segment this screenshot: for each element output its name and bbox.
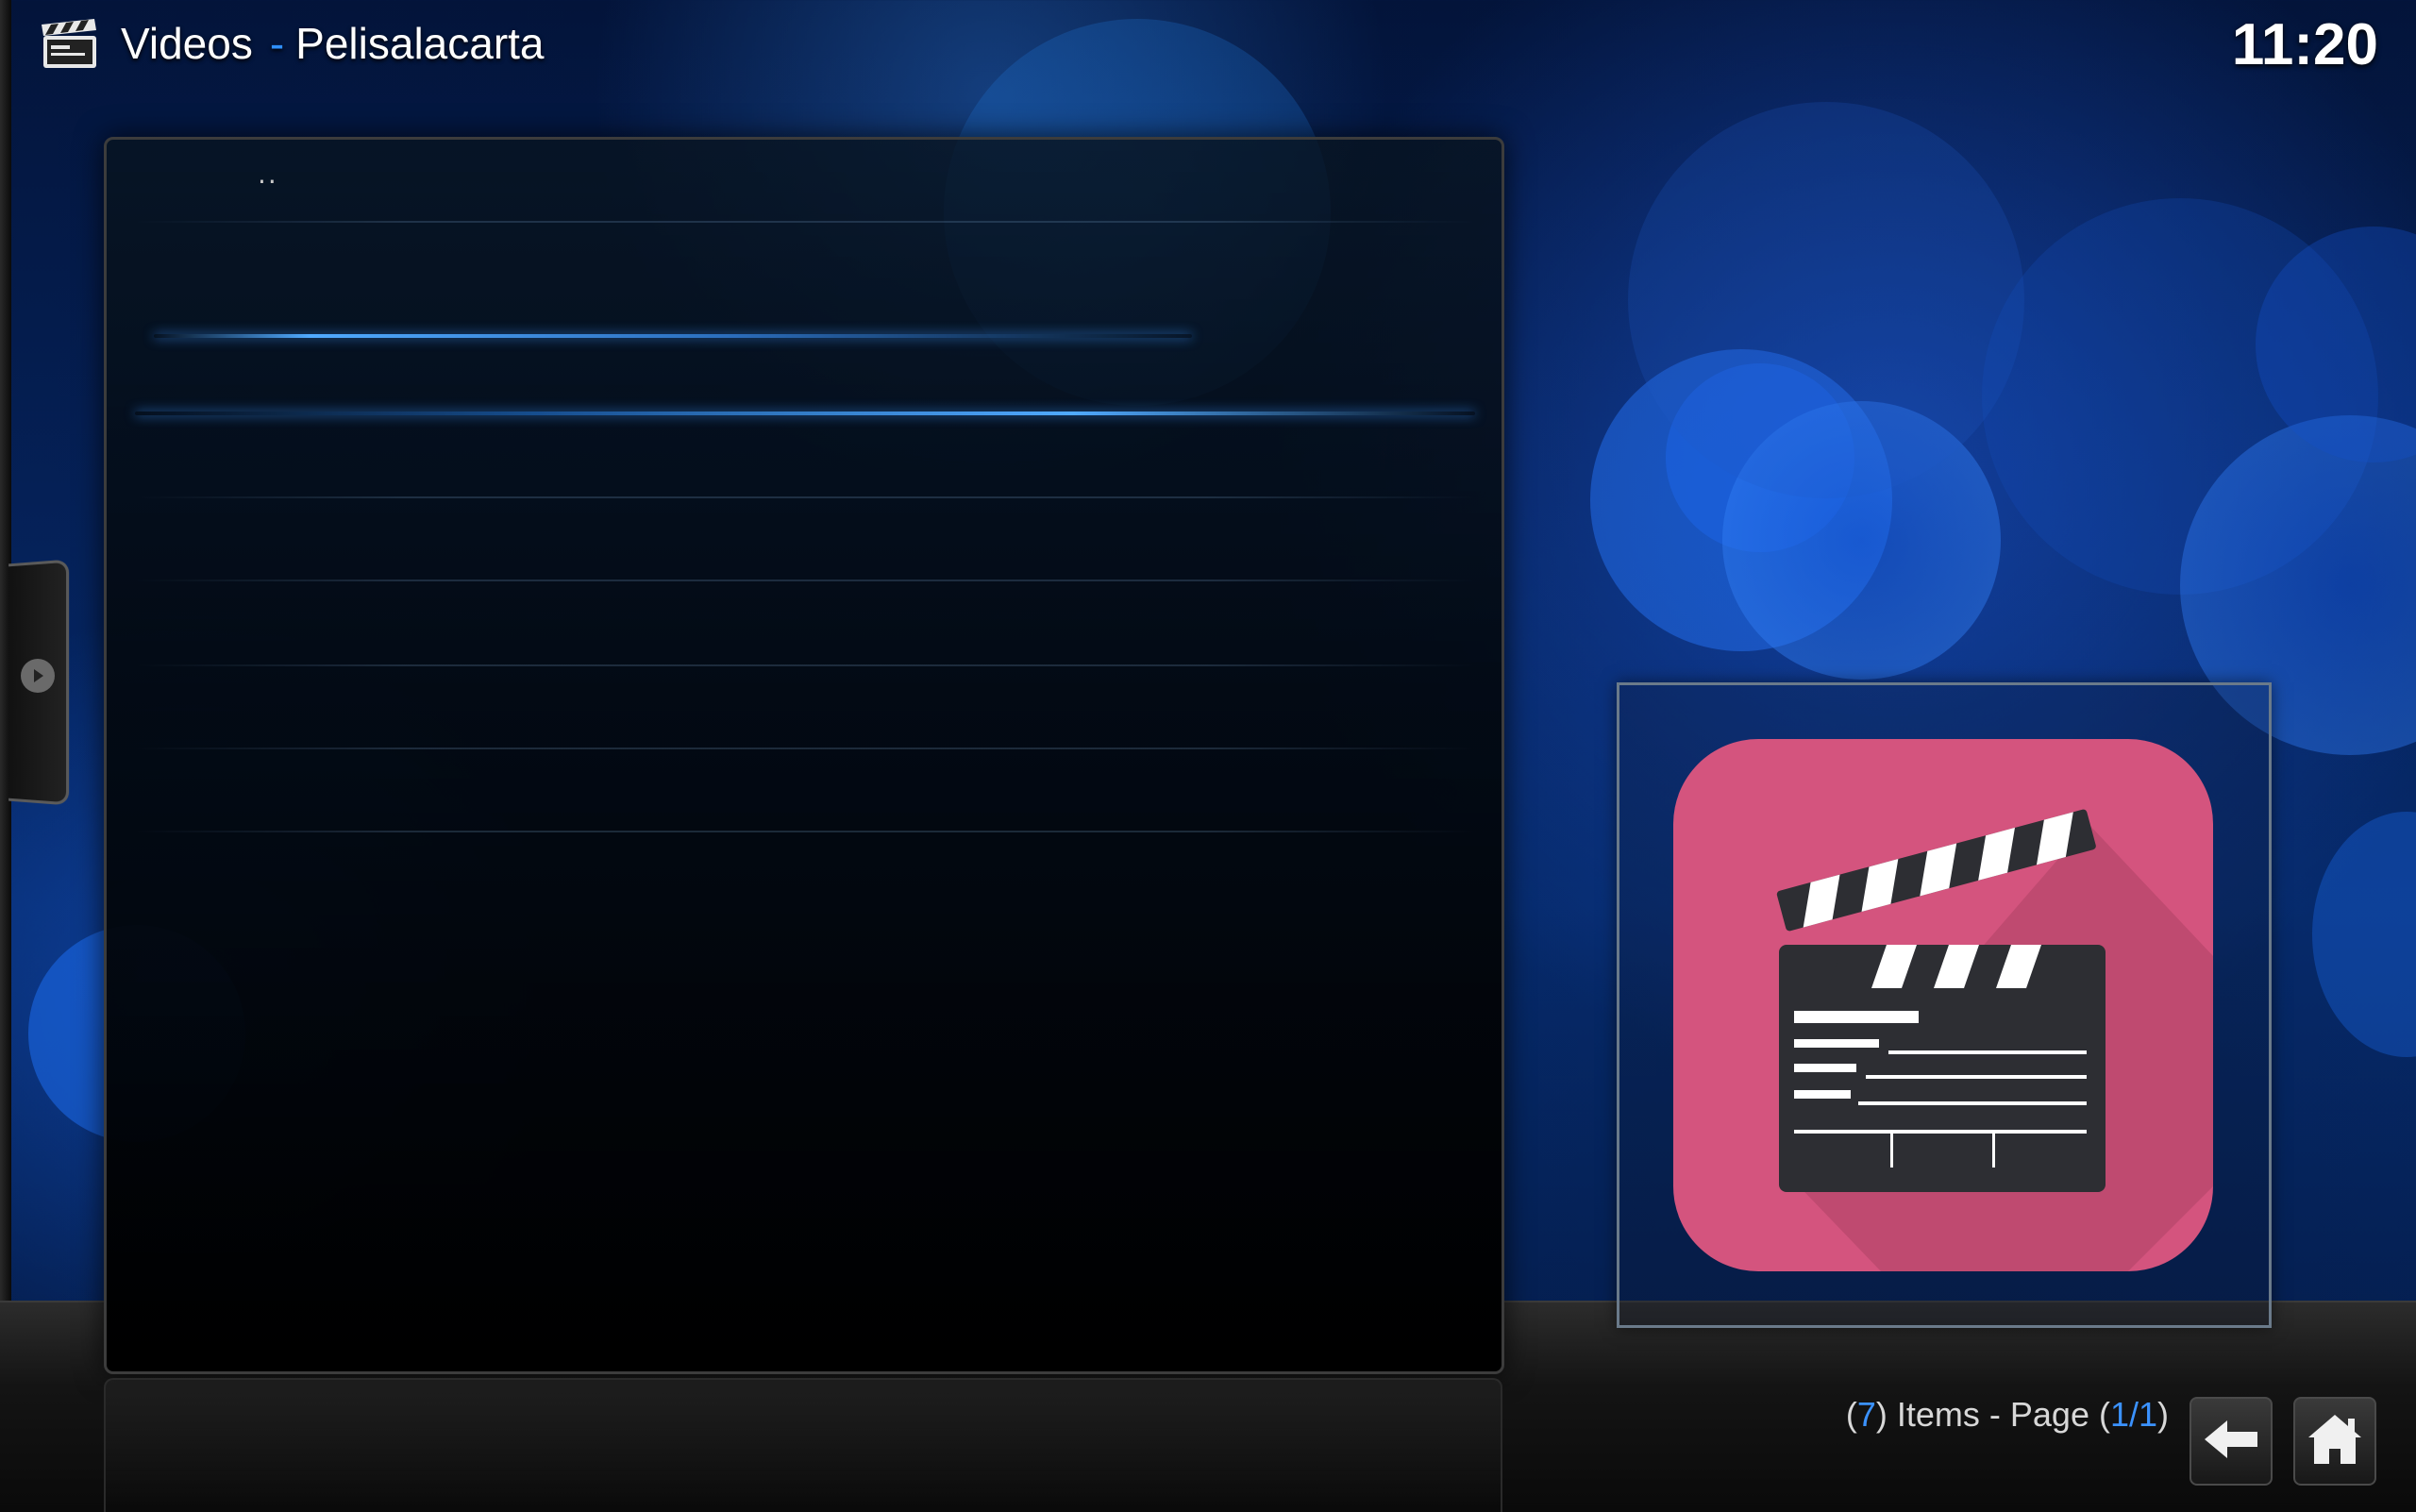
row-divider — [135, 580, 1475, 581]
page-number: 1/1 — [2109, 1395, 2157, 1434]
item-page-info: (7) Items - Page (1/1) — [1846, 1395, 2169, 1435]
list-item[interactable] — [135, 498, 1475, 581]
paren-open: ( — [1845, 1395, 1857, 1434]
bokeh-decor — [1666, 363, 1854, 552]
bokeh-decor — [1982, 198, 2378, 595]
paren-close: ) — [2157, 1395, 2169, 1434]
list-item[interactable] — [135, 583, 1475, 666]
file-list-panel: .. — [104, 137, 1504, 1374]
header-section: Videos — [121, 19, 253, 68]
row-divider — [135, 831, 1475, 832]
list-item-parent[interactable]: .. — [135, 140, 1475, 223]
bokeh-decor — [1722, 401, 2001, 680]
header-separator: - — [269, 19, 285, 68]
focus-highlight-top — [154, 334, 1192, 338]
items-page-label: ) Items - Page ( — [1875, 1395, 2110, 1434]
list-item-focused[interactable] — [135, 334, 1475, 415]
home-button[interactable] — [2293, 1397, 2376, 1486]
list-item-label: .. — [258, 159, 278, 190]
chevron-right-icon[interactable] — [21, 659, 55, 693]
back-button[interactable] — [2190, 1397, 2273, 1486]
home-icon — [2307, 1413, 2363, 1470]
list-panel-reflection — [104, 1378, 1502, 1512]
header-title: Videos - Pelisalacarta — [121, 17, 545, 70]
clock: 11:20 — [2231, 12, 2378, 77]
list-item[interactable] — [135, 223, 1475, 306]
list-item[interactable] — [135, 749, 1475, 832]
bokeh-decor — [2312, 812, 2416, 1057]
clapperboard-icon — [40, 17, 100, 70]
item-count: 7 — [1856, 1395, 1876, 1434]
bokeh-decor — [1590, 349, 1892, 651]
clapperboard-icon — [1673, 739, 2213, 1271]
bokeh-decor — [1628, 102, 2024, 498]
header-location: Pelisalacarta — [295, 19, 545, 68]
list-item[interactable] — [135, 415, 1475, 498]
bokeh-decor — [2256, 227, 2416, 462]
list-item[interactable] — [135, 666, 1475, 749]
back-arrow-icon — [2203, 1419, 2259, 1464]
